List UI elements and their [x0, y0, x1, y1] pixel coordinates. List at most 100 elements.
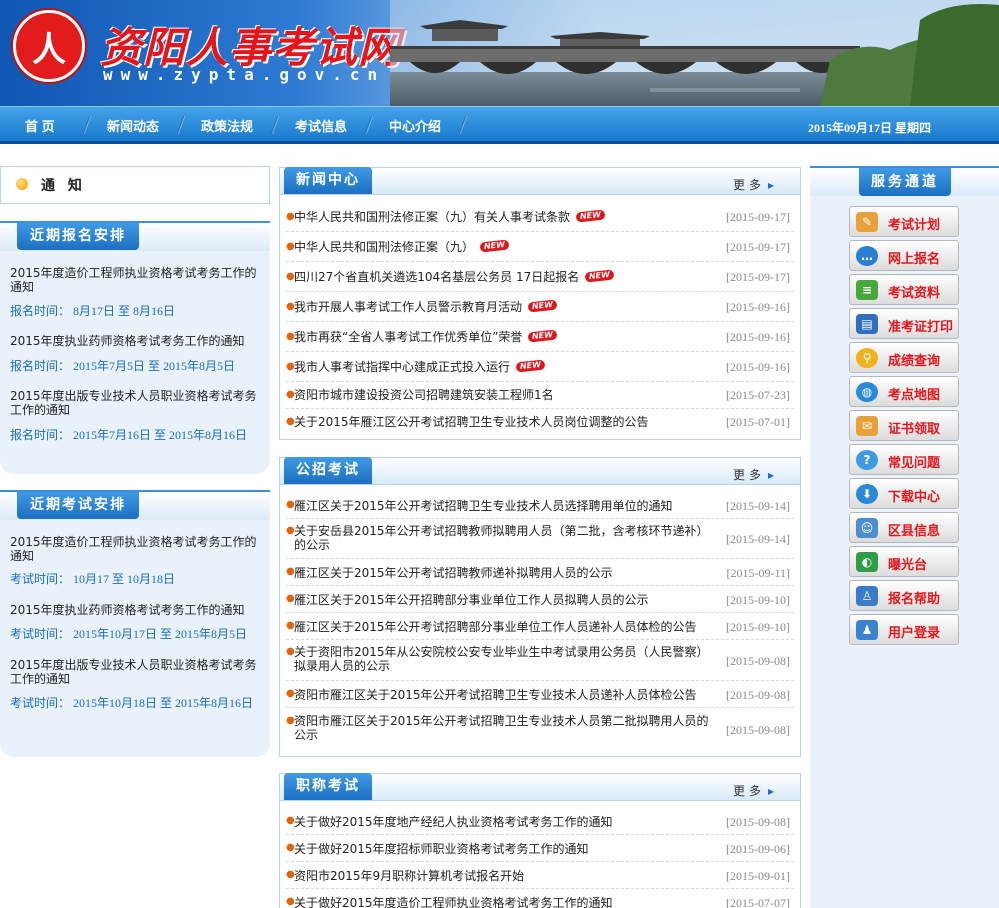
list-item[interactable]: 2015年度出版专业技术人员职业资格考试考务工作的通知 [10, 658, 258, 686]
list-item[interactable]: 2015年度执业药师资格考试考务工作的通知 [10, 334, 258, 348]
news-row[interactable]: ● 四川27个省直机关遴选104名基层公务员 17日起报名 NEW [2015-0… [286, 262, 794, 292]
user-login-button[interactable]: ♟ 用户登录 [849, 614, 959, 645]
download-center-button[interactable]: ⬇ 下载中心 [849, 478, 959, 509]
online-registration-button[interactable]: … 网上报名 [849, 240, 959, 271]
panel-header: 服务通道 [810, 166, 999, 196]
news-row[interactable]: ● 我市再获“全省人事考试工作优秀单位”荣誉 NEW [2015-09-16] [286, 322, 794, 352]
nav-about[interactable]: 中心介绍 [389, 116, 441, 135]
news-date: [2015-09-14] [726, 499, 790, 513]
news-row[interactable]: ● 关于2015年雁江区公开考试招聘卫生专业技术人员岗位调整的公告 [2015-… [286, 409, 794, 436]
news-title[interactable]: 关于做好2015年度招标师职业资格考试考务工作的通知 [294, 842, 714, 856]
new-badge-icon: NEW [515, 359, 546, 373]
news-date: [2015-09-06] [726, 842, 790, 856]
bridge-scene-image [390, 0, 999, 106]
nav-policy[interactable]: 政策法规 [201, 116, 253, 135]
news-row[interactable]: ● 关于做好2015年度招标师职业资格考试考务工作的通知 [2015-09-06… [286, 835, 794, 862]
public-recruit-box: 公招考试 更多 ● 雁江区关于2015年公开考试招聘卫生专业技术人员选择聘用单位… [279, 457, 801, 757]
news-title[interactable]: 我市再获“全省人事考试工作优秀单位”荣誉 NEW [294, 329, 714, 344]
county-info-button[interactable]: ☺ 区县信息 [849, 512, 959, 543]
nav-exam-info[interactable]: 考试信息 [295, 116, 347, 135]
news-row[interactable]: ● 雁江区关于2015年公开考试招聘卫生专业技术人员选择聘用单位的通知 [201… [286, 492, 794, 519]
panel-header: 近期报名安排 [0, 221, 270, 251]
news-title[interactable]: 资阳市雁江区关于2015年公开考试招聘卫生专业技术人员递补人员体检公告 [294, 688, 714, 702]
news-title[interactable]: 雁江区关于2015年公开考试招聘教师递补拟聘用人员的公示 [294, 566, 714, 580]
list-item[interactable]: 2015年度出版专业技术人员职业资格考试考务工作的通知 [10, 389, 258, 417]
news-row[interactable]: ● 中华人民共和国刑法修正案（九） NEW [2015-09-17] [286, 232, 794, 262]
certificate-collection-button[interactable]: ✉ 证书领取 [849, 410, 959, 441]
news-row[interactable]: ● 雁江区关于2015年公开考试招聘部分事业单位工作人员递补人员体检的公告 [2… [286, 613, 794, 640]
news-row[interactable]: ● 我市开展人事考试工作人员警示教育月活动 NEW [2015-09-16] [286, 292, 794, 322]
news-title[interactable]: 中华人民共和国刑法修正案（九）有关人事考试条款 NEW [294, 209, 714, 224]
news-title[interactable]: 资阳市雁江区关于2015年公开考试招聘卫生专业技术人员第二批拟聘用人员的公示 [294, 714, 714, 742]
news-row[interactable]: ● 雁江区关于2015年公开考试招聘教师递补拟聘用人员的公示 [2015-09-… [286, 559, 794, 586]
more-link[interactable]: 更多 [733, 782, 778, 799]
news-date: [2015-09-08] [726, 688, 790, 702]
news-row[interactable]: ● 关于做好2015年度地产经纪人执业资格考试考务工作的通知 [2015-09-… [286, 808, 794, 835]
exam-materials-button[interactable]: ≡ 考试资料 [849, 274, 959, 305]
exam-time: 考试时间： 10月17 至 10月18日 [10, 572, 176, 586]
news-title[interactable]: 雁江区关于2015年公开考试招聘部分事业单位工作人员递补人员体检的公告 [294, 620, 714, 634]
registration-help-button[interactable]: ♙ 报名帮助 [849, 580, 959, 611]
news-row[interactable]: ● 雁江区关于2015年公开招聘部分事业单位工作人员拟聘人员的公示 [2015-… [286, 586, 794, 613]
news-date: [2015-09-10] [726, 620, 790, 634]
news-title[interactable]: 四川27个省直机关遴选104名基层公务员 17日起报名 NEW [294, 269, 714, 284]
exam-plan-button[interactable]: ✎ 考试计划 [849, 206, 959, 237]
notice-box: 通 知 [0, 166, 270, 204]
news-date: [2015-09-16] [726, 330, 790, 344]
button-label: 网上报名 [888, 252, 941, 267]
exposure-board-button[interactable]: ◐ 曝光台 [849, 546, 959, 577]
button-label: 曝光台 [888, 558, 928, 573]
people-icon: ☺ [856, 518, 878, 538]
new-badge-icon: NEW [479, 239, 510, 253]
exam-time: 考试时间： 2015年10月17日 至 2015年8月5日 [10, 627, 248, 641]
news-title[interactable]: 关于做好2015年度地产经纪人执业资格考试考务工作的通知 [294, 815, 714, 829]
news-center-box: 新闻中心 更多 ● 中华人民共和国刑法修正案（九）有关人事考试条款NEW [20… [279, 167, 801, 440]
news-date: [2015-09-14] [726, 532, 790, 546]
news-row[interactable]: ● 关于做好2015年度造价工程师执业资格考试考务工作的通知 [2015-07-… [286, 889, 794, 908]
globe-icon: ◍ [856, 382, 878, 402]
news-row[interactable]: ● 资阳市雁江区关于2015年公开考试招聘卫生专业技术人员递补人员体检公告 [2… [286, 681, 794, 708]
news-title[interactable]: 关于安岳县2015年公开考试招聘教师拟聘用人员（第二批，含考核环节递补）的公示 [294, 524, 714, 552]
panel-title: 近期报名安排 [17, 223, 139, 250]
news-title[interactable]: 我市开展人事考试工作人员警示教育月活动 NEW [294, 299, 714, 314]
search-icon: ⚲ [856, 348, 878, 368]
admission-ticket-print-button[interactable]: ▤ 准考证打印 [849, 308, 959, 339]
list-item[interactable]: 2015年度造价工程师执业资格考试考务工作的通知 [10, 535, 258, 563]
score-query-button[interactable]: ⚲ 成绩查询 [849, 342, 959, 373]
recent-exams-panel: 近期考试安排 2015年度造价工程师执业资格考试考务工作的通知 考试时间： 10… [0, 490, 270, 757]
list-item[interactable]: 2015年度执业药师资格考试考务工作的通知 [10, 603, 258, 617]
box-header: 职称考试 更多 [280, 773, 800, 801]
news-row[interactable]: ● 资阳市城市建设投资公司招聘建筑安装工程师1名 [2015-07-23] [286, 382, 794, 409]
news-row[interactable]: ● 关于资阳市2015年从公安院校公安专业毕业生中考试录用公务员（人民警察）拟录… [286, 640, 794, 681]
exposure-icon: ◐ [856, 552, 878, 572]
news-title[interactable]: 中华人民共和国刑法修正案（九） NEW [294, 239, 714, 254]
news-title[interactable]: 雁江区关于2015年公开考试招聘卫生专业技术人员选择聘用单位的通知 [294, 499, 714, 513]
new-badge-icon: NEW [575, 209, 606, 223]
news-date: [2015-07-07] [726, 896, 790, 908]
button-label: 考试资料 [888, 286, 941, 301]
news-row[interactable]: ● 我市人事考试指挥中心建成正式投入运行 NEW [2015-09-16] [286, 352, 794, 382]
exam-site-map-button[interactable]: ◍ 考点地图 [849, 376, 959, 407]
pencil-icon: ✎ [856, 212, 878, 232]
news-title[interactable]: 资阳市城市建设投资公司招聘建筑安装工程师1名 [294, 388, 714, 402]
recent-registration-panel: 近期报名安排 2015年度造价工程师执业资格考试考务工作的通知 报名时间： 8月… [0, 221, 270, 474]
more-link[interactable]: 更多 [733, 176, 778, 193]
faq-button[interactable]: ? 常见问题 [849, 444, 959, 475]
news-row[interactable]: ● 资阳市2015年9月职称计算机考试报名开始 [2015-09-01] [286, 862, 794, 889]
news-row[interactable]: ● 中华人民共和国刑法修正案（九）有关人事考试条款 NEW [2015-09-17… [286, 202, 794, 232]
news-title[interactable]: 关于做好2015年度造价工程师执业资格考试考务工作的通知 [294, 896, 714, 908]
news-title[interactable]: 关于2015年雁江区公开考试招聘卫生专业技术人员岗位调整的公告 [294, 415, 714, 429]
news-title[interactable]: 关于资阳市2015年从公安院校公安专业毕业生中考试录用公务员（人民警察）拟录用人… [294, 645, 714, 673]
button-label: 考点地图 [888, 388, 941, 403]
button-label: 下载中心 [888, 490, 941, 505]
nav-home[interactable]: 首 页 [25, 116, 55, 135]
news-title[interactable]: 雁江区关于2015年公开招聘部分事业单位工作人员拟聘人员的公示 [294, 593, 714, 607]
news-title[interactable]: 资阳市2015年9月职称计算机考试报名开始 [294, 869, 714, 883]
button-label: 证书领取 [888, 422, 941, 437]
news-row[interactable]: ● 关于安岳县2015年公开考试招聘教师拟聘用人员（第二批，含考核环节递补）的公… [286, 519, 794, 559]
nav-news[interactable]: 新闻动态 [107, 116, 159, 135]
more-link[interactable]: 更多 [733, 466, 778, 483]
news-row[interactable]: ● 资阳市雁江区关于2015年公开考试招聘卫生专业技术人员第二批拟聘用人员的公示… [286, 708, 794, 750]
news-title[interactable]: 我市人事考试指挥中心建成正式投入运行 NEW [294, 359, 714, 374]
list-item[interactable]: 2015年度造价工程师执业资格考试考务工作的通知 [10, 266, 258, 294]
